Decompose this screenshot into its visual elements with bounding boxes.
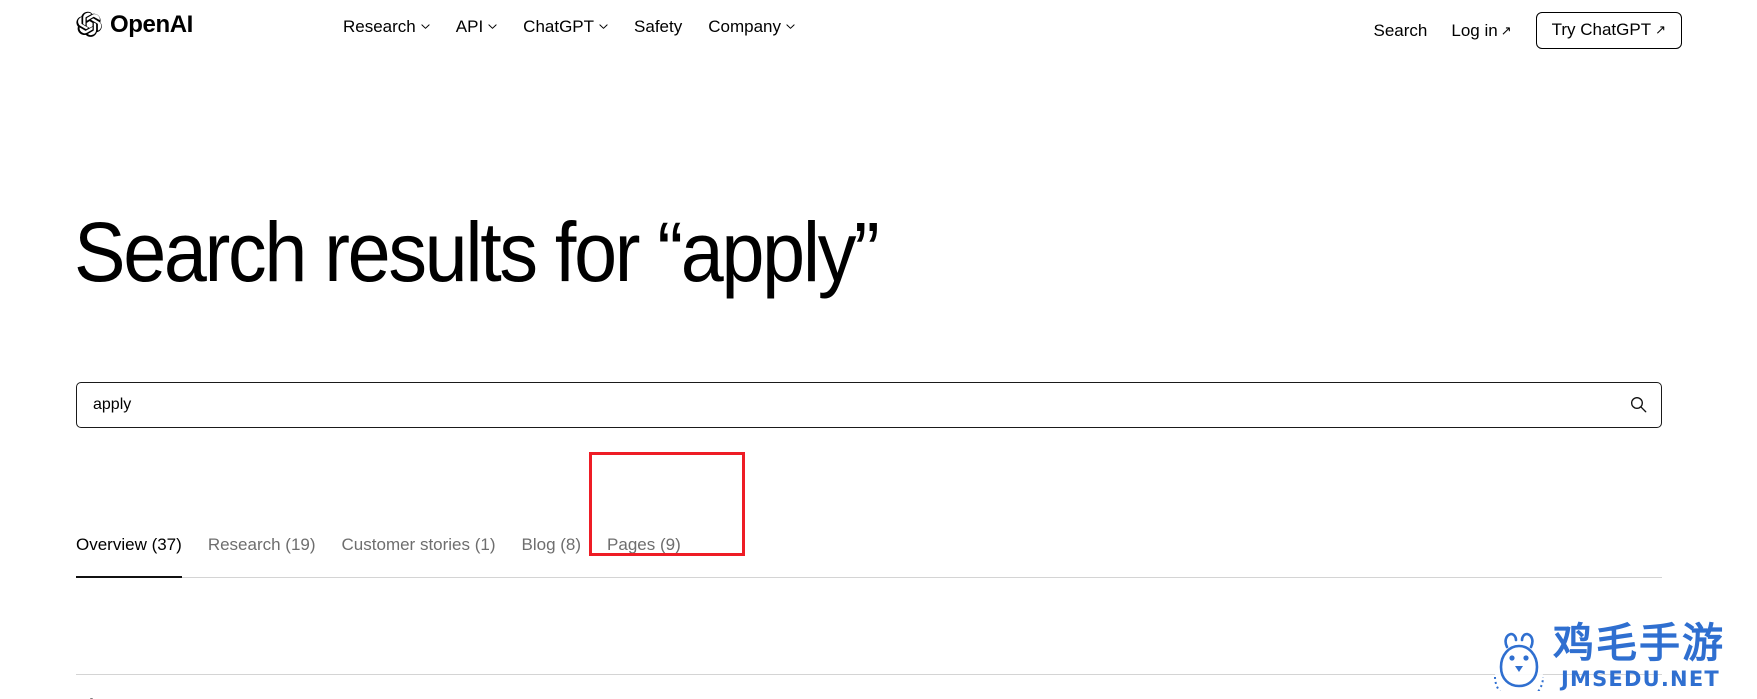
tab-pages[interactable]: Pages (9) xyxy=(607,534,681,578)
chevron-down-icon xyxy=(599,22,608,31)
header-search-link[interactable]: Search xyxy=(1373,20,1427,42)
page-title: Search results for “apply” xyxy=(74,205,880,299)
primary-navigation: Research API ChatGPT Safety Company xyxy=(343,16,795,38)
tab-label: Pages (9) xyxy=(607,535,681,554)
nav-item-label: Research xyxy=(343,17,416,36)
chevron-down-icon xyxy=(786,22,795,31)
tab-blog[interactable]: Blog (8) xyxy=(522,534,582,578)
magnifier-icon xyxy=(1629,395,1648,414)
watermark-cn-text: 鸡毛手游 xyxy=(1553,619,1725,667)
nav-item-api[interactable]: API xyxy=(456,16,497,38)
search-field-wrapper xyxy=(76,382,1662,428)
view-all-updates-link[interactable]: View all updates xyxy=(1558,694,1682,699)
tab-research[interactable]: Research (19) xyxy=(208,534,316,578)
header-login-link[interactable]: Log in ↗ xyxy=(1451,20,1511,42)
openai-logo[interactable]: OpenAI xyxy=(76,11,193,38)
tab-overview[interactable]: Overview (37) xyxy=(76,534,182,578)
openai-wordmark: OpenAI xyxy=(110,11,193,38)
chevron-down-icon xyxy=(421,22,430,31)
header-actions: Search Log in ↗ Try ChatGPT ↗ xyxy=(1373,12,1682,49)
nav-item-label: ChatGPT xyxy=(523,17,595,36)
openai-logo-icon xyxy=(76,11,103,38)
watermark-mascot-icon xyxy=(1483,625,1555,699)
watermark-en-text: JMSEDU.NET xyxy=(1561,667,1720,691)
nav-item-label: Company xyxy=(708,17,781,36)
nav-item-label: Safety xyxy=(634,17,683,36)
tab-label: Customer stories (1) xyxy=(341,535,496,554)
header-search-label: Search xyxy=(1373,20,1428,40)
watermark: 鸡毛手游 JMSEDU.NET xyxy=(1483,619,1743,699)
tab-label: Overview (37) xyxy=(76,535,182,554)
arrow-up-right-icon: ↗ xyxy=(1655,22,1666,37)
nav-item-safety[interactable]: Safety xyxy=(634,16,682,38)
nav-item-chatgpt[interactable]: ChatGPT xyxy=(523,16,608,38)
search-result-tabs: Overview (37) Research (19) Customer sto… xyxy=(76,534,1662,578)
try-chatgpt-label: Try ChatGPT xyxy=(1551,20,1652,39)
nav-item-research[interactable]: Research xyxy=(343,16,430,38)
results-section-title: Blog xyxy=(76,694,116,699)
tab-label: Blog (8) xyxy=(521,535,582,554)
search-submit-button[interactable] xyxy=(1629,395,1648,414)
page-root: OpenAI Research API ChatGPT Safety Compa… xyxy=(0,0,1757,699)
header-login-label: Log in xyxy=(1451,20,1498,40)
tab-customer-stories[interactable]: Customer stories (1) xyxy=(342,534,496,578)
site-header: OpenAI Research API ChatGPT Safety Compa… xyxy=(0,0,1757,56)
nav-item-company[interactable]: Company xyxy=(708,16,795,38)
arrow-up-right-icon: ↗ xyxy=(1500,22,1512,38)
results-divider xyxy=(76,674,1662,675)
chevron-down-icon xyxy=(488,22,497,31)
tab-label: Research (19) xyxy=(207,535,316,554)
nav-item-label: API xyxy=(455,17,484,36)
search-input[interactable] xyxy=(76,382,1662,428)
try-chatgpt-button[interactable]: Try ChatGPT ↗ xyxy=(1535,12,1682,49)
